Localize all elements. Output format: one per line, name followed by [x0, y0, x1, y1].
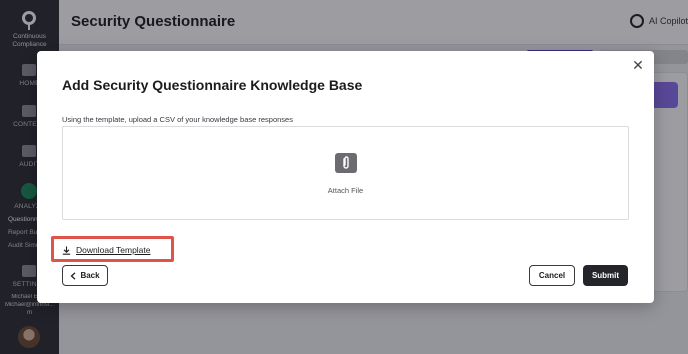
chevron-left-icon [70, 271, 76, 280]
file-dropzone[interactable]: Attach File [62, 126, 629, 220]
download-template-link[interactable]: Download Template [62, 245, 151, 255]
back-button[interactable]: Back [62, 265, 108, 286]
back-label: Back [80, 271, 100, 280]
download-highlight: Download Template [51, 236, 174, 262]
submit-button[interactable]: Submit [583, 265, 628, 286]
close-icon[interactable]: ✕ [631, 58, 645, 72]
download-template-label: Download Template [76, 245, 151, 255]
knowledge-base-modal: ✕ Add Security Questionnaire Knowledge B… [37, 51, 654, 303]
paperclip-icon [335, 153, 357, 173]
attach-file-label: Attach File [327, 186, 364, 195]
download-icon [62, 246, 71, 255]
cancel-button[interactable]: Cancel [529, 265, 575, 286]
modal-description: Using the template, upload a CSV of your… [62, 115, 293, 124]
modal-title: Add Security Questionnaire Knowledge Bas… [62, 77, 363, 93]
